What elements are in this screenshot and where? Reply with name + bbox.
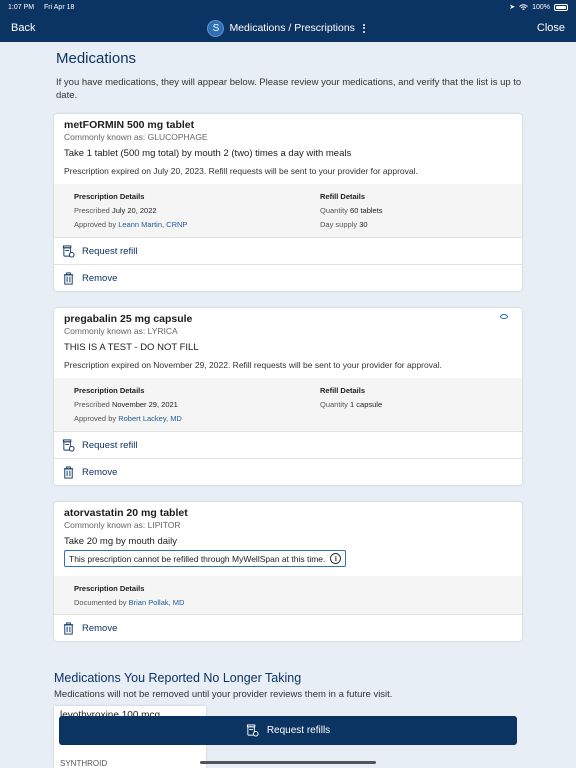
trash-icon [63,465,74,479]
medication-card-atorvastatin: atorvastatin 20 mg tablet Commonly known… [54,502,522,641]
prescribed-label: Prescribed [74,400,110,409]
day-supply-value: 30 [359,220,368,229]
pill-bottle-refill-icon [62,244,75,258]
card-header: atorvastatin 20 mg tablet Commonly known… [54,502,522,576]
prescription-details-label: Prescription Details [74,386,145,395]
nav-title-group[interactable]: S Medications / Prescriptions [207,19,365,37]
quantity-label: Quantity [320,206,348,215]
no-longer-taking-title: Medications You Reported No Longer Takin… [54,671,302,685]
refill-details-label: Refill Details [320,192,366,201]
pill-bottle-refill-icon [246,724,259,737]
card-header: metFORMIN 500 mg tablet Commonly known a… [54,114,522,184]
quantity-value: 60 tablets [350,206,383,215]
details-section: Prescription Details Prescribed November… [54,378,522,431]
remove-button[interactable]: Remove [54,264,522,291]
medication-card-pregabalin: pregabalin 25 mg capsule Commonly known … [54,308,522,485]
medication-name: metFORMIN 500 mg tablet [64,119,195,131]
prescription-details: Prescription Details Prescribed November… [74,386,182,428]
request-refill-label: Request refill [82,245,138,257]
prescribed-date: November 29, 2021 [111,400,178,409]
location-icon: ➤ [509,4,516,11]
trash-icon [63,271,74,285]
medication-aka: Commonly known as: LIPITOR [64,520,181,530]
medication-card-metformin: metFORMIN 500 mg tablet Commonly known a… [54,114,522,291]
day-supply-label: Day supply [320,220,358,229]
request-refill-button[interactable]: Request refill [54,431,522,458]
medication-aka: Commonly known as: GLUCOPHAGE [64,132,208,142]
home-indicator[interactable] [200,761,376,764]
details-section: Prescription Details Prescribed July 20,… [54,184,522,237]
trash-icon [63,621,74,635]
remove-label: Remove [82,466,118,478]
status-bar: 1:07 PM Fri Apr 18 ➤ 100% [0,0,576,14]
details-section: Prescription Details Documented by Brian… [54,576,522,614]
close-button[interactable]: Close [537,22,565,34]
refill-details: Refill Details Quantity 1 capsule [320,386,382,414]
medication-name: pregabalin 25 mg capsule [64,313,193,325]
remove-label: Remove [82,622,118,634]
refill-notice-text: This prescription cannot be refilled thr… [69,553,326,564]
request-refills-label: Request refills [266,725,331,736]
documented-by-link[interactable]: Brian Pollak, MD [129,598,185,607]
wifi-icon [519,3,528,10]
refill-notice: This prescription cannot be refilled thr… [64,550,347,567]
medication-name: atorvastatin 20 mg tablet [64,507,188,519]
watch-icon[interactable] [500,314,508,319]
request-refill-label: Request refill [82,439,138,451]
battery-icon [554,3,568,11]
remove-label: Remove [82,272,118,284]
quantity-label: Quantity [320,400,348,409]
info-icon[interactable]: i [330,553,342,564]
back-button[interactable]: Back [11,22,35,34]
status-date: Fri Apr 18 [44,3,75,11]
request-refill-button[interactable]: Request refill [54,237,522,264]
status-left: 1:07 PM Fri Apr 18 [8,4,82,11]
prescribed-date: July 20, 2022 [111,206,157,215]
remove-button[interactable]: Remove [54,614,522,641]
partial-medication-aka: SYNTHROID [60,759,108,768]
remove-button[interactable]: Remove [54,458,522,485]
avatar[interactable]: S [207,19,225,37]
nav-title: Medications / Prescriptions [229,22,355,34]
approved-by-link[interactable]: Leann Martin, CRNP [118,220,187,229]
prescription-details: Prescription Details Documented by Brian… [74,584,184,612]
refill-details: Refill Details Quantity 60 tablets Day s… [320,192,383,234]
approved-label: Approved by [74,414,117,423]
request-refills-button[interactable]: Request refills [59,716,517,745]
approved-by-link[interactable]: Robert Lackey, MD [118,414,182,423]
prescription-details-label: Prescription Details [74,584,145,593]
prescription-details-label: Prescription Details [74,192,145,201]
kebab-menu-icon[interactable] [362,23,365,33]
pill-bottle-refill-icon [62,438,75,452]
medication-aka: Commonly known as: LYRICA [64,326,178,336]
quantity-value: 1 capsule [350,400,383,409]
status-right: ➤ 100% [509,3,568,11]
main-content: Medications If you have medications, the… [0,42,576,768]
approved-label: Approved by [74,220,117,229]
status-time: 1:07 PM [8,3,35,11]
documented-label: Documented by [74,598,127,607]
intro-text: If you have medications, they will appea… [56,77,522,101]
card-header: pregabalin 25 mg capsule Commonly known … [54,308,522,378]
medication-instructions: Take 20 mg by mouth daily [64,536,178,547]
prescribed-label: Prescribed [74,206,110,215]
no-longer-taking-text: Medications will not be removed until yo… [54,689,393,700]
prescription-details: Prescription Details Prescribed July 20,… [74,192,187,234]
expiration-text: Prescription expired on November 29, 202… [64,360,442,370]
battery-percent: 100% [532,3,550,11]
medication-instructions: Take 1 tablet (500 mg total) by mouth 2 … [64,148,352,159]
page-title: Medications [56,50,137,67]
medication-instructions: THIS IS A TEST - DO NOT FILL [64,342,199,353]
refill-details-label: Refill Details [320,386,366,395]
expiration-text: Prescription expired on July 20, 2023. R… [64,166,418,176]
top-nav-bar: Back S Medications / Prescriptions Close [0,14,576,42]
